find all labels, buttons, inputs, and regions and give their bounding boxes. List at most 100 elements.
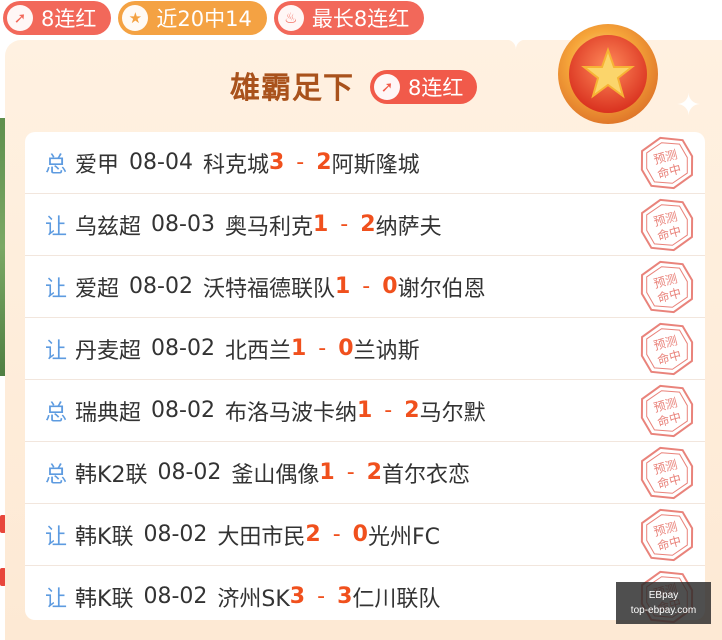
bet-type: 总 [45, 400, 68, 426]
home-team: 奥马利克 [224, 214, 313, 240]
league-name: 爱超 [75, 276, 120, 302]
away-score: 2 [360, 212, 376, 237]
away-score: 3 [337, 584, 353, 609]
score-separator: - [332, 522, 341, 547]
league-name: 丹麦超 [75, 338, 142, 364]
score-separator: - [362, 274, 371, 299]
sparkle-icon: ✦ [676, 88, 702, 123]
hit-stamp-icon: 预测 命中 [640, 260, 694, 314]
title-streak-label: 8连红 [408, 76, 464, 100]
score-separator: - [340, 212, 349, 237]
away-score: 2 [366, 460, 382, 485]
home-team: 大田市民 [217, 524, 306, 550]
home-team: 釜山偶像 [231, 462, 320, 488]
away-team: 马尔默 [419, 400, 486, 426]
match-date: 08-02 [143, 584, 208, 609]
match-row[interactable]: 让 爱超 08-02 沃特福德联队 1 - 0 谢尔伯恩 预测 命中 [25, 256, 705, 318]
recent-record-tag[interactable]: ★ 近20中14 [118, 1, 267, 35]
home-team: 济州SK [217, 586, 290, 612]
arrow-up-icon: ➚ [374, 74, 400, 100]
flame-icon: ♨ [277, 5, 304, 31]
streak-tag-label: 8连红 [41, 7, 97, 31]
away-team: 仁川联队 [352, 586, 441, 612]
match-date: 08-04 [129, 150, 193, 175]
hit-stamp-icon: 预测 命中 [640, 446, 694, 500]
recent-record-tag-label: 近20中14 [156, 7, 252, 31]
home-score: 3 [289, 584, 306, 609]
score-separator: - [384, 398, 393, 423]
match-date: 08-02 [157, 460, 222, 485]
score-separator: - [317, 584, 326, 609]
home-team: 布洛马波卡纳 [224, 400, 357, 426]
bet-type: 让 [45, 338, 68, 364]
league-name: 瑞典超 [75, 400, 142, 426]
home-score: 2 [305, 522, 321, 547]
hit-stamp-icon: 预测 命中 [640, 136, 694, 190]
hit-stamp-icon: 预测 命中 [640, 198, 694, 252]
match-date: 08-02 [143, 522, 208, 547]
league-name: 爱甲 [75, 152, 120, 178]
hit-stamp-icon: 预测 命中 [640, 508, 694, 562]
away-team: 谢尔伯恩 [397, 276, 486, 302]
bet-type: 总 [45, 152, 68, 178]
home-score: 1 [312, 212, 329, 237]
match-date: 08-02 [151, 398, 215, 423]
longest-streak-tag-label: 最长8连红 [311, 7, 410, 31]
away-score: 2 [404, 398, 420, 423]
league-name: 韩K联 [75, 586, 134, 612]
away-team: 兰讷斯 [353, 338, 420, 364]
score-separator: - [318, 336, 327, 361]
away-team: 光州FC [367, 524, 441, 550]
home-score: 3 [268, 150, 285, 175]
bet-type: 让 [45, 586, 68, 612]
home-team: 北西兰 [224, 338, 291, 364]
match-row[interactable]: 总 韩K2联 08-02 釜山偶像 1 - 2 首尔衣恋 预测 命中 [25, 442, 705, 504]
arrow-up-icon: ➚ [7, 5, 33, 31]
match-list: 总 爱甲 08-04 科克城 3 - 2 阿斯隆城 预测 命中 让 乌兹超 08… [25, 132, 705, 624]
score-separator: - [296, 150, 305, 175]
league-name: 韩K联 [75, 524, 134, 550]
home-score: 1 [290, 336, 307, 361]
away-score: 2 [316, 150, 332, 175]
sparkle-icon: ✦ [505, 26, 527, 56]
watermark: EBpay top-ebpay.com [616, 582, 711, 624]
card-title: 雄霸足下 [230, 71, 354, 106]
home-score: 1 [319, 460, 335, 485]
match-date: 08-02 [129, 274, 193, 299]
home-team: 科克城 [202, 152, 269, 178]
away-team: 阿斯隆城 [331, 152, 420, 178]
match-row[interactable]: 总 瑞典超 08-02 布洛马波卡纳 1 - 2 马尔默 预测 命中 [25, 380, 705, 442]
watermark-brand: EBpay [648, 590, 679, 601]
match-row[interactable]: 让 韩K联 08-02 济州SK 3 - 3 仁川联队 预测 命中 [25, 566, 705, 627]
hit-stamp-icon: 预测 命中 [640, 384, 694, 438]
streak-tag[interactable]: ➚ 8连红 [3, 1, 112, 35]
bet-type: 让 [45, 524, 68, 550]
league-name: 韩K2联 [75, 462, 148, 488]
match-row[interactable]: 让 乌兹超 08-03 奥马利克 1 - 2 纳萨夫 预测 命中 [25, 194, 705, 256]
watermark-url: top-ebpay.com [630, 605, 697, 616]
home-score: 1 [334, 274, 351, 299]
medal-icon [558, 24, 658, 124]
match-row[interactable]: 总 爱甲 08-04 科克城 3 - 2 阿斯隆城 预测 命中 [25, 132, 705, 194]
away-score: 0 [352, 522, 368, 547]
bet-type: 让 [45, 276, 68, 302]
away-team: 首尔衣恋 [381, 462, 470, 488]
bet-type: 总 [45, 462, 68, 488]
hit-stamp-icon: 预测 命中 [640, 322, 694, 376]
match-row[interactable]: 让 韩K联 08-02 大田市民 2 - 0 光州FC 预测 命中 [25, 504, 705, 566]
longest-streak-tag[interactable]: ♨ 最长8连红 [273, 1, 425, 35]
score-separator: - [346, 460, 355, 485]
away-team: 纳萨夫 [375, 214, 442, 240]
home-score: 1 [356, 398, 373, 423]
home-team: 沃特福德联队 [202, 276, 335, 302]
match-date: 08-03 [151, 212, 215, 237]
title-streak-badge: ➚ 8连红 [370, 70, 478, 104]
match-row[interactable]: 让 丹麦超 08-02 北西兰 1 - 0 兰讷斯 预测 命中 [25, 318, 705, 380]
stats-tag-bar: ➚ 8连红 ★ 近20中14 ♨ 最长8连红 [3, 1, 425, 37]
away-score: 0 [338, 336, 354, 361]
league-name: 乌兹超 [75, 214, 142, 240]
star-icon: ★ [122, 5, 149, 31]
bet-type: 让 [45, 214, 68, 240]
away-score: 0 [382, 274, 398, 299]
match-date: 08-02 [151, 336, 215, 361]
